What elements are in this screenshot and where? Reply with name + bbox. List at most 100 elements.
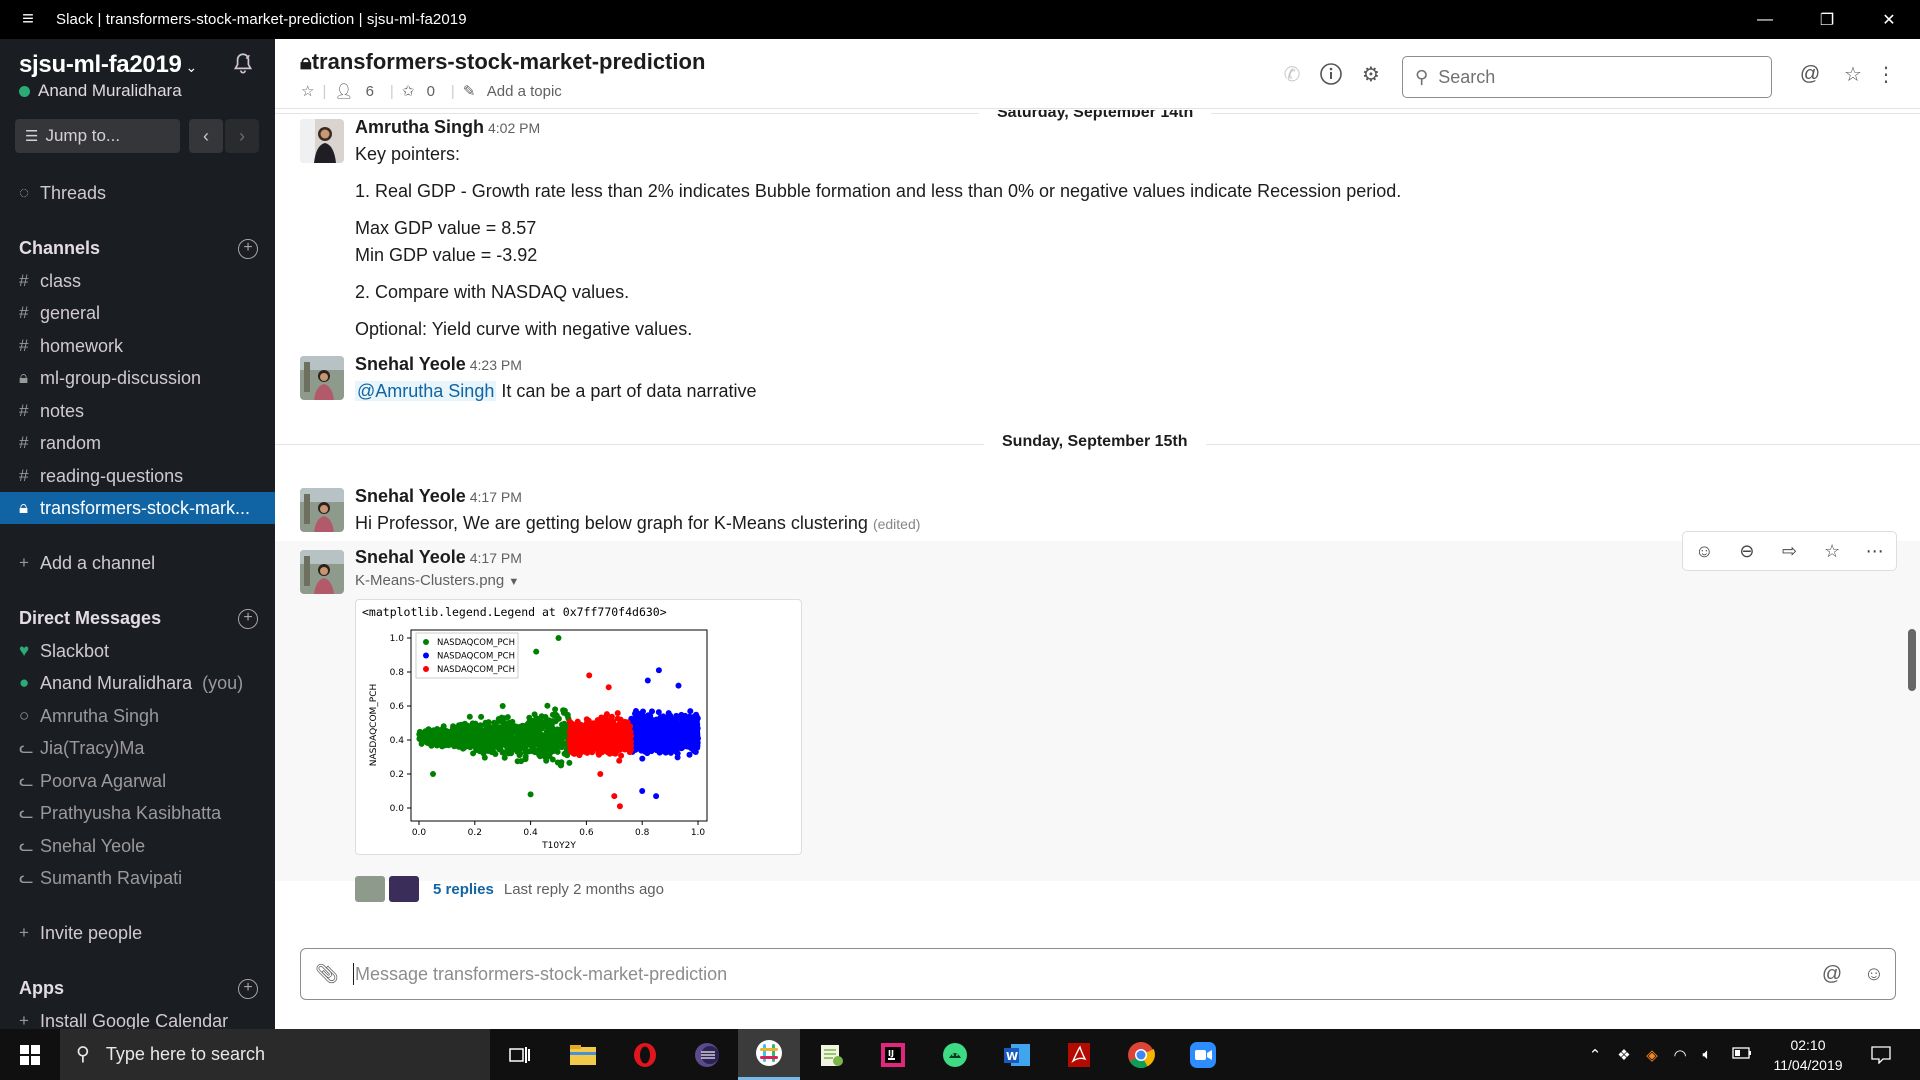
starred-icon[interactable]: ☆ — [1840, 61, 1866, 87]
intellij-icon[interactable]: IJ — [862, 1029, 924, 1080]
mention-icon[interactable]: @ — [1811, 963, 1853, 986]
sidebar-item-dm[interactable]: ᓚ Snehal Yeole — [0, 830, 275, 862]
notepad-plus-icon[interactable] — [800, 1029, 862, 1080]
share-message-icon[interactable]: ⇨ — [1768, 532, 1811, 570]
menu-icon[interactable]: ≡ — [0, 8, 56, 31]
chrome-icon[interactable] — [1110, 1029, 1172, 1080]
user-mention[interactable]: @Amrutha Singh — [355, 381, 497, 401]
chevron-up-icon[interactable]: ⌃ — [1583, 1029, 1607, 1080]
task-view-icon[interactable] — [489, 1029, 551, 1080]
dropbox-icon[interactable]: ❖ — [1611, 1029, 1637, 1080]
jump-to-button[interactable]: ☰ Jump to... — [15, 119, 180, 153]
notification-center-icon[interactable] — [1862, 1029, 1900, 1080]
message-author[interactable]: Snehal Yeole 4:23 PM — [355, 354, 522, 375]
add-channel-icon[interactable]: + — [238, 239, 258, 259]
current-user[interactable]: Anand Muralidhara — [19, 81, 182, 101]
start-thread-icon[interactable]: ⊖ — [1726, 532, 1769, 570]
sidebar-item-channel[interactable]: # reading-questions — [0, 460, 275, 492]
sidebar-item-channel[interactable]: # notes — [0, 395, 275, 427]
sidebar-item-channel[interactable]: 🔒︎ ml-group-discussion — [0, 362, 275, 394]
message-author[interactable]: Amrutha Singh 4:02 PM — [355, 117, 540, 138]
more-actions-icon[interactable]: ⋯ — [1853, 532, 1896, 570]
avatar[interactable] — [300, 488, 344, 532]
volume-icon[interactable]: 🔈︎ — [1694, 1029, 1720, 1080]
add-dm-icon[interactable]: + — [238, 609, 258, 629]
sidebar-item-dm[interactable]: ᓚ Sumanth Ravipati — [0, 862, 275, 894]
bell-icon[interactable] — [230, 51, 256, 77]
message-time[interactable]: 4:17 PM — [470, 550, 522, 566]
more-vertical-icon[interactable]: ⋮ — [1873, 61, 1899, 87]
zoom-icon[interactable] — [1172, 1029, 1234, 1080]
message-author[interactable]: Snehal Yeole 4:17 PM — [355, 486, 522, 507]
fox-icon[interactable]: ◈ — [1639, 1029, 1665, 1080]
scrollbar-thumb[interactable] — [1908, 629, 1916, 691]
maximize-button[interactable]: ❐ — [1796, 0, 1858, 39]
channel-title[interactable]: 🔒︎transformers-stock-market-prediction — [300, 49, 705, 75]
avatar[interactable] — [300, 356, 344, 400]
image-attachment[interactable]: <matplotlib.legend.Legend at 0x7ff770f4d… — [355, 599, 802, 855]
opera-icon[interactable] — [614, 1029, 676, 1080]
message-author[interactable]: Snehal Yeole 4:17 PM — [355, 547, 522, 568]
sidebar-item-dm[interactable]: ○ Amrutha Singh — [0, 700, 275, 732]
caret-down-icon[interactable]: ▼ — [508, 576, 519, 588]
eclipse-icon[interactable] — [676, 1029, 738, 1080]
members-count[interactable]: 👤︎ 6 — [334, 82, 382, 100]
message-time[interactable]: 4:02 PM — [488, 120, 540, 136]
channel-label: class — [40, 270, 82, 291]
message-time[interactable]: 4:23 PM — [470, 357, 522, 373]
phone-icon[interactable]: ✆ — [1279, 61, 1305, 87]
direct-messages-heading[interactable]: Direct Messages — [19, 608, 161, 629]
invite-people-link[interactable]: + Invite people — [0, 917, 275, 949]
taskbar-search[interactable]: ⚲ Type here to search — [60, 1029, 490, 1080]
add-reaction-icon[interactable]: ☺ — [1683, 532, 1726, 570]
mentions-icon[interactable]: @ — [1797, 61, 1823, 87]
history-forward-button[interactable]: › — [225, 119, 259, 153]
close-button[interactable]: ✕ — [1858, 0, 1920, 39]
info-icon[interactable] — [1318, 61, 1344, 87]
sidebar-item-channel[interactable]: # class — [0, 265, 275, 297]
thread-replies[interactable]: 5 replies Last reply 2 months ago — [355, 875, 664, 903]
message-composer[interactable]: 📎︎ Message transformers-stock-market-pre… — [300, 948, 1896, 1000]
avatar[interactable] — [300, 550, 344, 594]
sidebar-item-dm[interactable]: ♥ Slackbot — [0, 635, 275, 667]
system-clock[interactable]: 02:10 11/04/2019 — [1760, 1035, 1856, 1075]
word-icon[interactable]: W — [986, 1029, 1048, 1080]
star-icon[interactable]: ☆ — [301, 82, 314, 100]
slack-taskbar-icon[interactable] — [738, 1029, 800, 1080]
message-time[interactable]: 4:17 PM — [470, 489, 522, 505]
pinned-count[interactable]: ✩ 0 — [402, 82, 443, 100]
sidebar-item-channel[interactable]: # random — [0, 427, 275, 459]
sidebar-item-threads[interactable]: ◌ Threads — [0, 177, 275, 209]
add-app-icon[interactable]: + — [238, 979, 258, 999]
install-google-calendar-link[interactable]: + Install Google Calendar — [0, 1005, 275, 1030]
sidebar-item-dm[interactable]: ᓚ Poorva Agarwal — [0, 765, 275, 797]
android-studio-icon[interactable] — [924, 1029, 986, 1080]
sidebar-item-channel[interactable]: # homework — [0, 330, 275, 362]
emoji-icon[interactable]: ☺ — [1853, 963, 1895, 986]
message-input[interactable]: Message transformers-stock-market-predic… — [353, 963, 1811, 985]
start-button[interactable] — [0, 1029, 60, 1080]
paperclip-icon[interactable]: 📎︎ — [301, 962, 353, 986]
wifi-icon[interactable]: ◠ — [1667, 1029, 1693, 1080]
file-name[interactable]: K-Means-Clusters.png ▼ — [355, 572, 519, 589]
sidebar-item-dm[interactable]: ● Anand Muralidhara (you) — [0, 667, 275, 699]
add-topic-link[interactable]: ✎ Add a topic — [463, 82, 570, 100]
replies-link[interactable]: 5 replies — [433, 881, 494, 898]
file-explorer-icon[interactable] — [552, 1029, 614, 1080]
acrobat-icon[interactable] — [1048, 1029, 1110, 1080]
search-input[interactable]: ⚲ Search — [1402, 56, 1772, 98]
apps-heading[interactable]: Apps — [19, 978, 64, 999]
avatar[interactable] — [300, 119, 344, 163]
workspace-switcher[interactable]: sjsu-ml-fa2019 ⌄ — [19, 51, 197, 79]
add-channel-link[interactable]: + Add a channel — [0, 547, 275, 579]
history-back-button[interactable]: ‹ — [189, 119, 223, 153]
sidebar-item-dm[interactable]: ᓚ Jia(Tracy)Ma — [0, 732, 275, 764]
battery-indicator-icon[interactable] — [1732, 1046, 1752, 1060]
sidebar-item-channel[interactable]: # general — [0, 297, 275, 329]
sidebar-item-channel-active[interactable]: 🔒︎ transformers-stock-mark... — [0, 492, 275, 524]
minimize-button[interactable]: — — [1734, 0, 1796, 39]
channels-heading[interactable]: Channels — [19, 238, 100, 259]
star-message-icon[interactable]: ☆ — [1811, 532, 1854, 570]
gear-icon[interactable]: ⚙ — [1358, 61, 1384, 87]
sidebar-item-dm[interactable]: ᓚ Prathyusha Kasibhatta — [0, 797, 275, 829]
